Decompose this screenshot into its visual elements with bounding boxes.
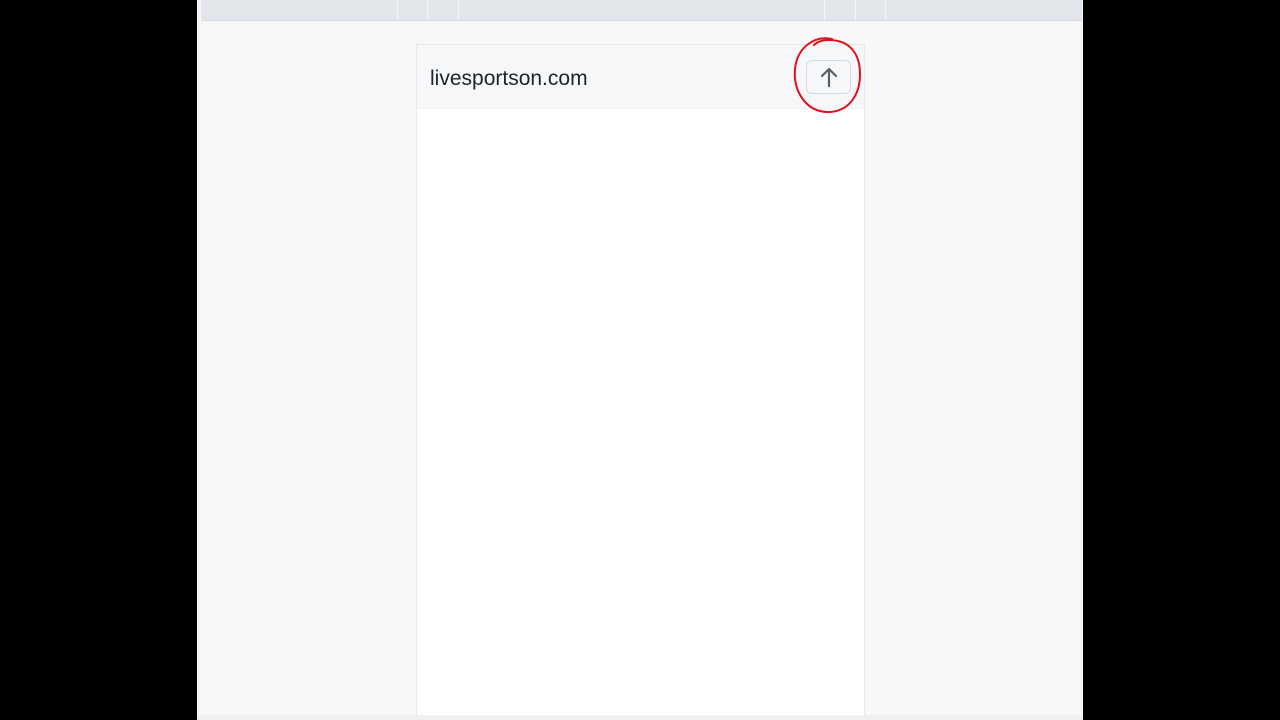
top-tab-strip: [201, 0, 1082, 21]
scroll-up-button[interactable]: [806, 60, 851, 94]
strip-divider: [458, 0, 459, 20]
browser-viewport: livesportson.com: [197, 0, 1083, 720]
site-popup-panel: livesportson.com: [416, 44, 865, 720]
strip-divider: [824, 0, 825, 20]
strip-divider: [397, 0, 398, 20]
bottom-strip: [197, 715, 1083, 720]
strip-divider: [885, 0, 886, 20]
arrow-up-icon: [820, 67, 837, 88]
strip-divider: [855, 0, 856, 20]
popup-header: livesportson.com: [417, 45, 864, 109]
site-domain-label: livesportson.com: [430, 67, 588, 90]
strip-divider: [427, 0, 428, 20]
